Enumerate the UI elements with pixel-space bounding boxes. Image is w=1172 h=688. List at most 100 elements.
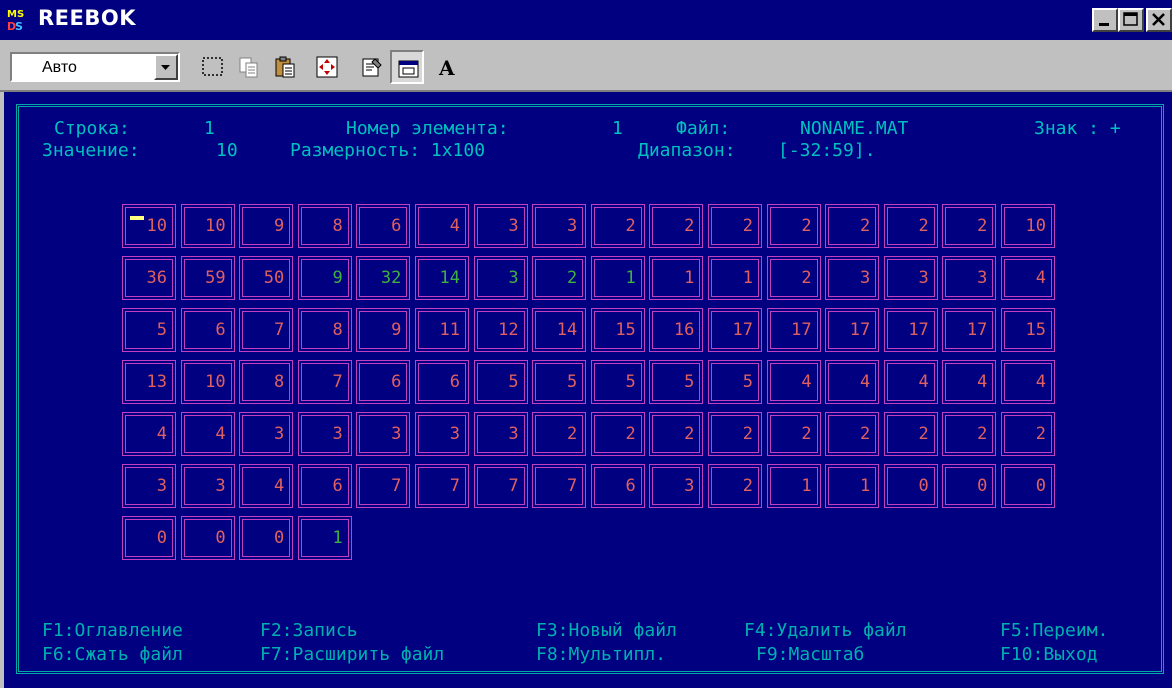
matrix-cell[interactable]: 2 (708, 464, 762, 508)
matrix-cell[interactable]: 3 (356, 412, 411, 456)
matrix-cell[interactable]: 4 (1001, 256, 1055, 300)
f5-hint[interactable]: F5:Переим. (1000, 620, 1108, 641)
matrix-cell[interactable]: 7 (297, 360, 352, 404)
close-button[interactable] (1146, 8, 1172, 32)
matrix-cell[interactable]: 11 (415, 308, 469, 352)
matrix-cell[interactable]: 8 (239, 360, 294, 404)
matrix-cell[interactable]: 3 (532, 204, 587, 248)
matrix-cell[interactable]: 2 (766, 256, 821, 300)
matrix-cell[interactable]: 10 (1001, 204, 1055, 248)
matrix-cell[interactable]: 6 (415, 360, 469, 404)
matrix-cell[interactable]: 2 (590, 412, 645, 456)
matrix-cell[interactable]: 36 (122, 256, 176, 300)
matrix-cell[interactable]: 5 (590, 360, 645, 404)
font-button[interactable]: A (430, 50, 464, 84)
matrix-cell[interactable]: 1 (649, 256, 704, 300)
matrix-cell[interactable]: 6 (356, 204, 411, 248)
f7-hint[interactable]: F7:Расширить файл (260, 644, 444, 665)
matrix-cell[interactable]: 3 (415, 412, 469, 456)
matrix-cell[interactable]: 10 (180, 204, 235, 248)
copy-button[interactable] (232, 50, 266, 84)
matrix-cell[interactable]: 3 (473, 204, 528, 248)
matrix-cell[interactable]: 0 (883, 464, 938, 508)
matrix-cell[interactable]: 2 (942, 204, 997, 248)
matrix-cell[interactable]: 6 (297, 464, 352, 508)
matrix-cell[interactable]: 6 (590, 464, 645, 508)
matrix-cell[interactable]: 7 (356, 464, 411, 508)
f4-hint[interactable]: F4:Удалить файл (744, 620, 907, 641)
matrix-cell[interactable]: 10 (122, 204, 176, 248)
matrix-cell[interactable]: 4 (825, 360, 880, 404)
f3-hint[interactable]: F3:Новый файл (536, 620, 677, 641)
matrix-cell[interactable]: 6 (180, 308, 235, 352)
matrix-cell[interactable]: 3 (942, 256, 997, 300)
matrix-cell[interactable]: 3 (122, 464, 176, 508)
matrix-cell[interactable]: 4 (766, 360, 821, 404)
matrix-cell[interactable]: 1 (297, 516, 352, 560)
matrix-cell[interactable]: 5 (708, 360, 762, 404)
matrix-cell[interactable]: 2 (649, 412, 704, 456)
matrix-cell[interactable]: 16 (649, 308, 704, 352)
matrix-cell[interactable]: 2 (708, 204, 762, 248)
matrix-cell[interactable]: 3 (473, 256, 528, 300)
matrix-cell[interactable]: 9 (239, 204, 294, 248)
matrix-cell[interactable]: 2 (825, 204, 880, 248)
matrix-cell[interactable]: 2 (708, 412, 762, 456)
matrix-cell[interactable]: 15 (1001, 308, 1055, 352)
f1-hint[interactable]: F1:Оглавление (42, 620, 183, 641)
matrix-cell[interactable]: 14 (415, 256, 469, 300)
matrix-cell[interactable]: 8 (297, 308, 352, 352)
matrix-cell[interactable]: 15 (590, 308, 645, 352)
matrix-cell[interactable]: 3 (883, 256, 938, 300)
matrix-cell[interactable]: 2 (883, 412, 938, 456)
matrix-cell[interactable]: 7 (415, 464, 469, 508)
matrix-cell[interactable]: 17 (942, 308, 997, 352)
f6-hint[interactable]: F6:Сжать файл (42, 644, 183, 665)
matrix-cell[interactable]: 4 (1001, 360, 1055, 404)
matrix-cell[interactable]: 4 (942, 360, 997, 404)
background-button[interactable] (390, 50, 424, 84)
matrix-cell[interactable]: 17 (708, 308, 762, 352)
f10-hint[interactable]: F10:Выход (1000, 644, 1098, 665)
matrix-cell[interactable]: 4 (122, 412, 176, 456)
matrix-cell[interactable]: 14 (532, 308, 587, 352)
matrix-cell[interactable]: 7 (239, 308, 294, 352)
matrix-cell[interactable]: 7 (532, 464, 587, 508)
title-bar[interactable]: MS D S REEBOK (0, 0, 1172, 40)
paste-button[interactable] (268, 50, 302, 84)
matrix-cell[interactable]: 7 (473, 464, 528, 508)
matrix-cell[interactable]: 13 (122, 360, 176, 404)
matrix-cell[interactable]: 0 (239, 516, 294, 560)
matrix-cell[interactable]: 2 (766, 412, 821, 456)
matrix-cell[interactable]: 3 (180, 464, 235, 508)
matrix-cell[interactable]: 0 (122, 516, 176, 560)
matrix-cell[interactable]: 2 (532, 256, 587, 300)
matrix-cell[interactable]: 3 (297, 412, 352, 456)
matrix-cell[interactable]: 1 (825, 464, 880, 508)
font-size-select[interactable]: Авто (10, 52, 180, 82)
matrix-cell[interactable]: 0 (942, 464, 997, 508)
matrix-cell[interactable]: 3 (825, 256, 880, 300)
maximize-button[interactable] (1118, 8, 1144, 32)
matrix-cell[interactable]: 4 (180, 412, 235, 456)
matrix-cell[interactable]: 5 (649, 360, 704, 404)
matrix-cell[interactable]: 8 (297, 204, 352, 248)
matrix-cell[interactable]: 0 (180, 516, 235, 560)
matrix-cell[interactable]: 32 (356, 256, 411, 300)
matrix-cell[interactable]: 17 (883, 308, 938, 352)
matrix-cell[interactable]: 2 (883, 204, 938, 248)
matrix-cell[interactable]: 2 (825, 412, 880, 456)
mark-button[interactable] (196, 50, 230, 84)
matrix-cell[interactable]: 2 (532, 412, 587, 456)
dropdown-button[interactable] (154, 54, 178, 80)
matrix-cell[interactable]: 5 (532, 360, 587, 404)
matrix-cell[interactable]: 59 (180, 256, 235, 300)
matrix-cell[interactable]: 5 (122, 308, 176, 352)
matrix-cell[interactable]: 3 (473, 412, 528, 456)
matrix-cell[interactable]: 3 (649, 464, 704, 508)
matrix-cell[interactable]: 4 (883, 360, 938, 404)
matrix-cell[interactable]: 12 (473, 308, 528, 352)
matrix-cell[interactable]: 2 (1001, 412, 1055, 456)
f2-hint[interactable]: F2:Запись (260, 620, 358, 641)
matrix-cell[interactable]: 17 (766, 308, 821, 352)
